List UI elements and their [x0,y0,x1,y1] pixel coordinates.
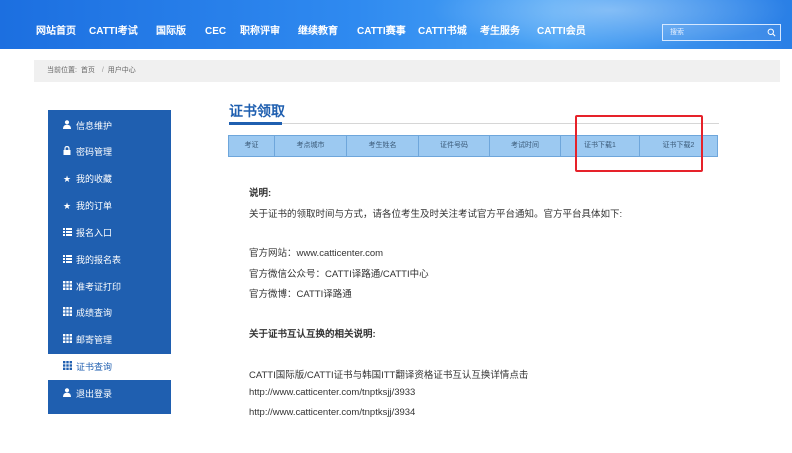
grid-icon [62,300,72,326]
column-header: 证件号码 [419,136,490,156]
sidebar-item-label: 报名入口 [76,228,113,238]
breadcrumb-current: 用户中心 [107,67,136,74]
grid-icon [62,327,72,353]
page-title: 证书领取 [229,103,285,119]
mutual-heading: 关于证书互认互换的相关说明: [249,329,376,340]
nav-continuing-education[interactable]: 继续教育 [298,0,338,49]
nav-catti-member[interactable]: CATTI会员 [537,0,586,49]
highlight-box [575,115,703,172]
sidebar-item-my-registrations[interactable]: 我的报名表 [48,247,171,273]
nav-international[interactable]: 国际版 [156,0,186,49]
breadcrumb-prefix: 当前位置: [47,67,77,74]
grid-icon [62,274,72,300]
user-icon [62,381,72,407]
sidebar-item-label: 成绩查询 [76,308,113,318]
sidebar-item-certificate-query[interactable]: 证书查询 [48,354,171,380]
sidebar-item-info-maintenance[interactable]: 信息维护 [48,113,171,139]
sidebar-item-label: 信息维护 [76,121,113,131]
sidebar-item-score-query[interactable]: 成绩查询 [48,300,171,326]
sidebar-item-label: 退出登录 [76,389,113,399]
notes-wechat: 官方微信公众号：CATTI译路通/CATTI中心 [249,269,429,280]
nav-candidate-services[interactable]: 考生服务 [480,0,520,49]
notes-heading: 说明: [249,188,272,199]
sidebar-item-password[interactable]: 密码管理 [48,139,171,165]
column-header: 考生姓名 [347,136,419,156]
mutual-link-2[interactable]: http://www.catticenter.com/tnptksjj/3934 [249,407,415,418]
star-icon: ★ [62,174,72,184]
notes-weibo: 官方微博：CATTI译路通 [249,289,352,300]
breadcrumb: 当前位置: 首页 / 用户中心 [34,60,780,82]
column-header: 考证 [229,136,275,156]
sidebar-item-orders[interactable]: ★ 我的订单 [48,193,171,219]
sidebar-item-mail-management[interactable]: 邮寄管理 [48,327,171,353]
sidebar-item-label: 密码管理 [76,147,113,157]
notes-website: 官方网站：www.catticenter.com [249,248,384,259]
search-box [662,24,781,41]
user-icon [62,113,72,139]
sidebar-item-admission-print[interactable]: 准考证打印 [48,274,171,300]
top-navigation-bar: 网站首页 CATTI考试 国际版 CEC 职称评审 继续教育 CATTI赛事 C… [0,0,792,49]
sidebar-item-logout[interactable]: 退出登录 [48,381,171,407]
sidebar-item-label: 准考证打印 [76,282,122,292]
nav-catti-bookstore[interactable]: CATTI书城 [418,0,467,49]
star-icon: ★ [62,201,72,211]
mutual-text: CATTI国际版/CATTI证书与韩国ITT翻译资格证书互认互换详情点击 [249,370,529,381]
sidebar-item-label: 我的收藏 [76,174,113,184]
nav-catti-exam[interactable]: CATTI考试 [89,0,138,49]
list-icon [62,220,72,246]
sidebar-item-label: 邮寄管理 [76,335,113,345]
column-header: 考点城市 [275,136,347,156]
search-icon[interactable] [767,28,776,37]
mutual-link-1[interactable]: http://www.catticenter.com/tnptksjj/3933 [249,387,415,398]
grid-icon [62,354,72,380]
notes-intro: 关于证书的领取时间与方式，请各位考生及时关注考试官方平台通知。官方平台具体如下: [249,209,623,220]
nav-title-review[interactable]: 职称评审 [240,0,280,49]
column-header: 考试时间 [490,136,561,156]
sidebar-item-label: 我的报名表 [76,255,122,265]
breadcrumb-separator: / [101,67,104,74]
breadcrumb-home[interactable]: 首页 [81,67,95,74]
title-underline [229,122,282,125]
sidebar: 信息维护 密码管理 ★ 我的收藏 ★ 我的订单 报名入口 我的报名表 准考证打印 成… [48,110,171,414]
sidebar-item-label: 我的订单 [76,201,113,211]
nav-cec[interactable]: CEC [205,0,226,49]
search-input[interactable] [663,25,763,40]
sidebar-item-registration[interactable]: 报名入口 [48,220,171,246]
sidebar-item-favorites[interactable]: ★ 我的收藏 [48,166,171,192]
nav-catti-events[interactable]: CATTI赛事 [357,0,406,49]
list-icon [62,247,72,273]
sidebar-item-label: 证书查询 [76,362,113,372]
nav-home[interactable]: 网站首页 [36,0,76,49]
lock-icon [62,139,72,165]
